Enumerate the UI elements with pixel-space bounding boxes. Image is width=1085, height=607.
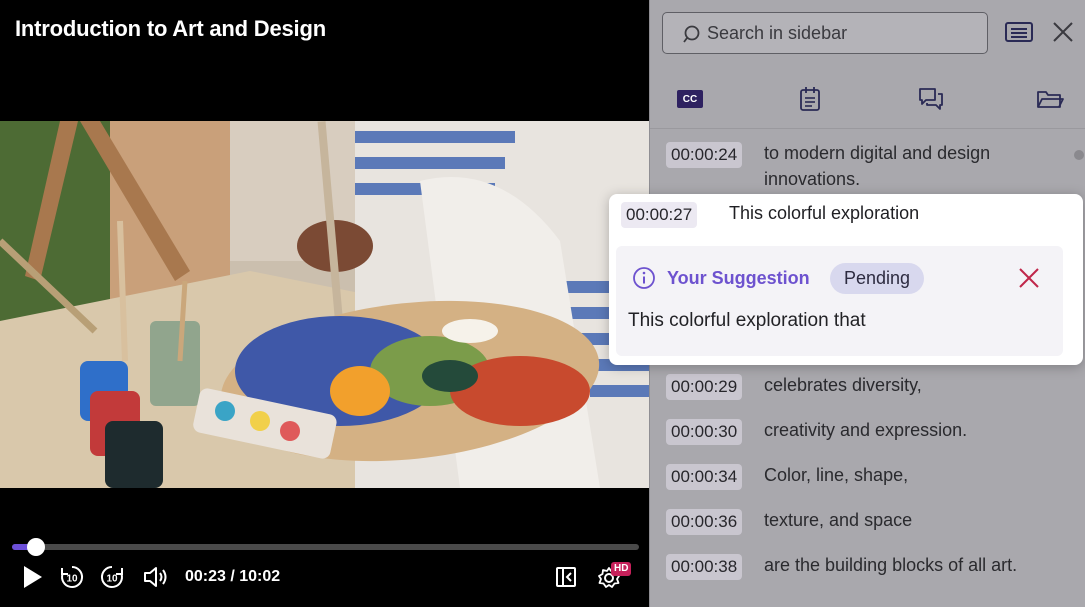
rewind-10-button[interactable]: 10: [58, 563, 86, 591]
forward-10-icon: 10: [100, 565, 123, 588]
folder-icon: [1037, 91, 1064, 108]
video-title: Introduction to Art and Design: [15, 16, 326, 41]
transcript-view-button[interactable]: [1004, 20, 1034, 44]
cue-timestamp[interactable]: 00:00:29: [666, 374, 743, 400]
cue-timestamp[interactable]: 00:00:30: [666, 419, 743, 445]
status-badge: Pending: [830, 263, 925, 294]
tab-files[interactable]: [1036, 86, 1064, 112]
search-icon: [683, 25, 700, 43]
tab-divider: [650, 128, 1085, 129]
cc-icon: CC: [677, 90, 703, 108]
close-sidebar-button[interactable]: [1051, 20, 1075, 44]
active-cue-timestamp[interactable]: 00:00:27: [621, 202, 698, 228]
suggestion-text: This colorful exploration that: [628, 310, 866, 331]
rewind-10-icon: 10: [61, 565, 84, 588]
cue-text: Color, line, shape,: [764, 465, 909, 485]
cue-timestamp[interactable]: 00:00:24: [666, 142, 743, 168]
search-placeholder: Search in sidebar: [707, 23, 848, 43]
svg-text:10: 10: [66, 574, 78, 585]
collapse-sidebar-button[interactable]: [552, 563, 580, 591]
cue-timestamp[interactable]: 00:00:36: [666, 509, 743, 535]
video-player: Introduction to Art and Design 10 10 00:…: [0, 0, 649, 607]
play-button[interactable]: [18, 563, 46, 591]
time-readout: 00:23 / 10:02: [185, 568, 281, 585]
video-scene-image: [0, 121, 649, 488]
close-icon: [1053, 22, 1073, 42]
cue-text: to modern digital and design innovations…: [764, 143, 991, 189]
active-cue-text: This colorful exploration: [729, 203, 920, 223]
cue-text: are the building blocks of all art.: [764, 555, 1018, 575]
cue-text: texture, and space: [764, 510, 913, 530]
suggestion-popup: 00:00:27 This colorful exploration Your …: [609, 194, 1083, 365]
hd-badge: HD: [611, 562, 632, 576]
progress-bar[interactable]: [12, 544, 639, 550]
tab-captions[interactable]: CC: [676, 86, 704, 112]
chat-icon: [919, 88, 943, 110]
suggestion-label: Your Suggestion: [667, 268, 810, 288]
play-icon: [24, 566, 42, 588]
cue-timestamp[interactable]: 00:00:38: [666, 554, 743, 580]
suggestion-card: Your Suggestion Pending This colorful ex…: [616, 246, 1063, 356]
dismiss-suggestion-button[interactable]: [1018, 267, 1040, 289]
list-view-icon: [1005, 22, 1033, 42]
scrollbar-thumb[interactable]: [1074, 150, 1084, 160]
volume-button[interactable]: [142, 563, 170, 591]
cue-text: creativity and expression.: [764, 420, 968, 440]
info-icon: [633, 267, 655, 289]
tab-notes[interactable]: [796, 86, 824, 112]
progress-thumb[interactable]: [26, 538, 45, 556]
forward-10-button[interactable]: 10: [98, 563, 126, 591]
collapse-sidebar-icon: [556, 567, 576, 587]
volume-icon: [144, 567, 167, 587]
search-input[interactable]: Search in sidebar: [662, 12, 988, 54]
svg-text:10: 10: [106, 574, 118, 585]
video-frame[interactable]: [0, 121, 649, 488]
cue-timestamp[interactable]: 00:00:34: [666, 464, 743, 490]
tab-discussion[interactable]: [917, 86, 945, 112]
close-icon: [1019, 268, 1039, 288]
cue-text: celebrates diversity,: [764, 375, 922, 395]
notepad-icon: [800, 87, 820, 111]
